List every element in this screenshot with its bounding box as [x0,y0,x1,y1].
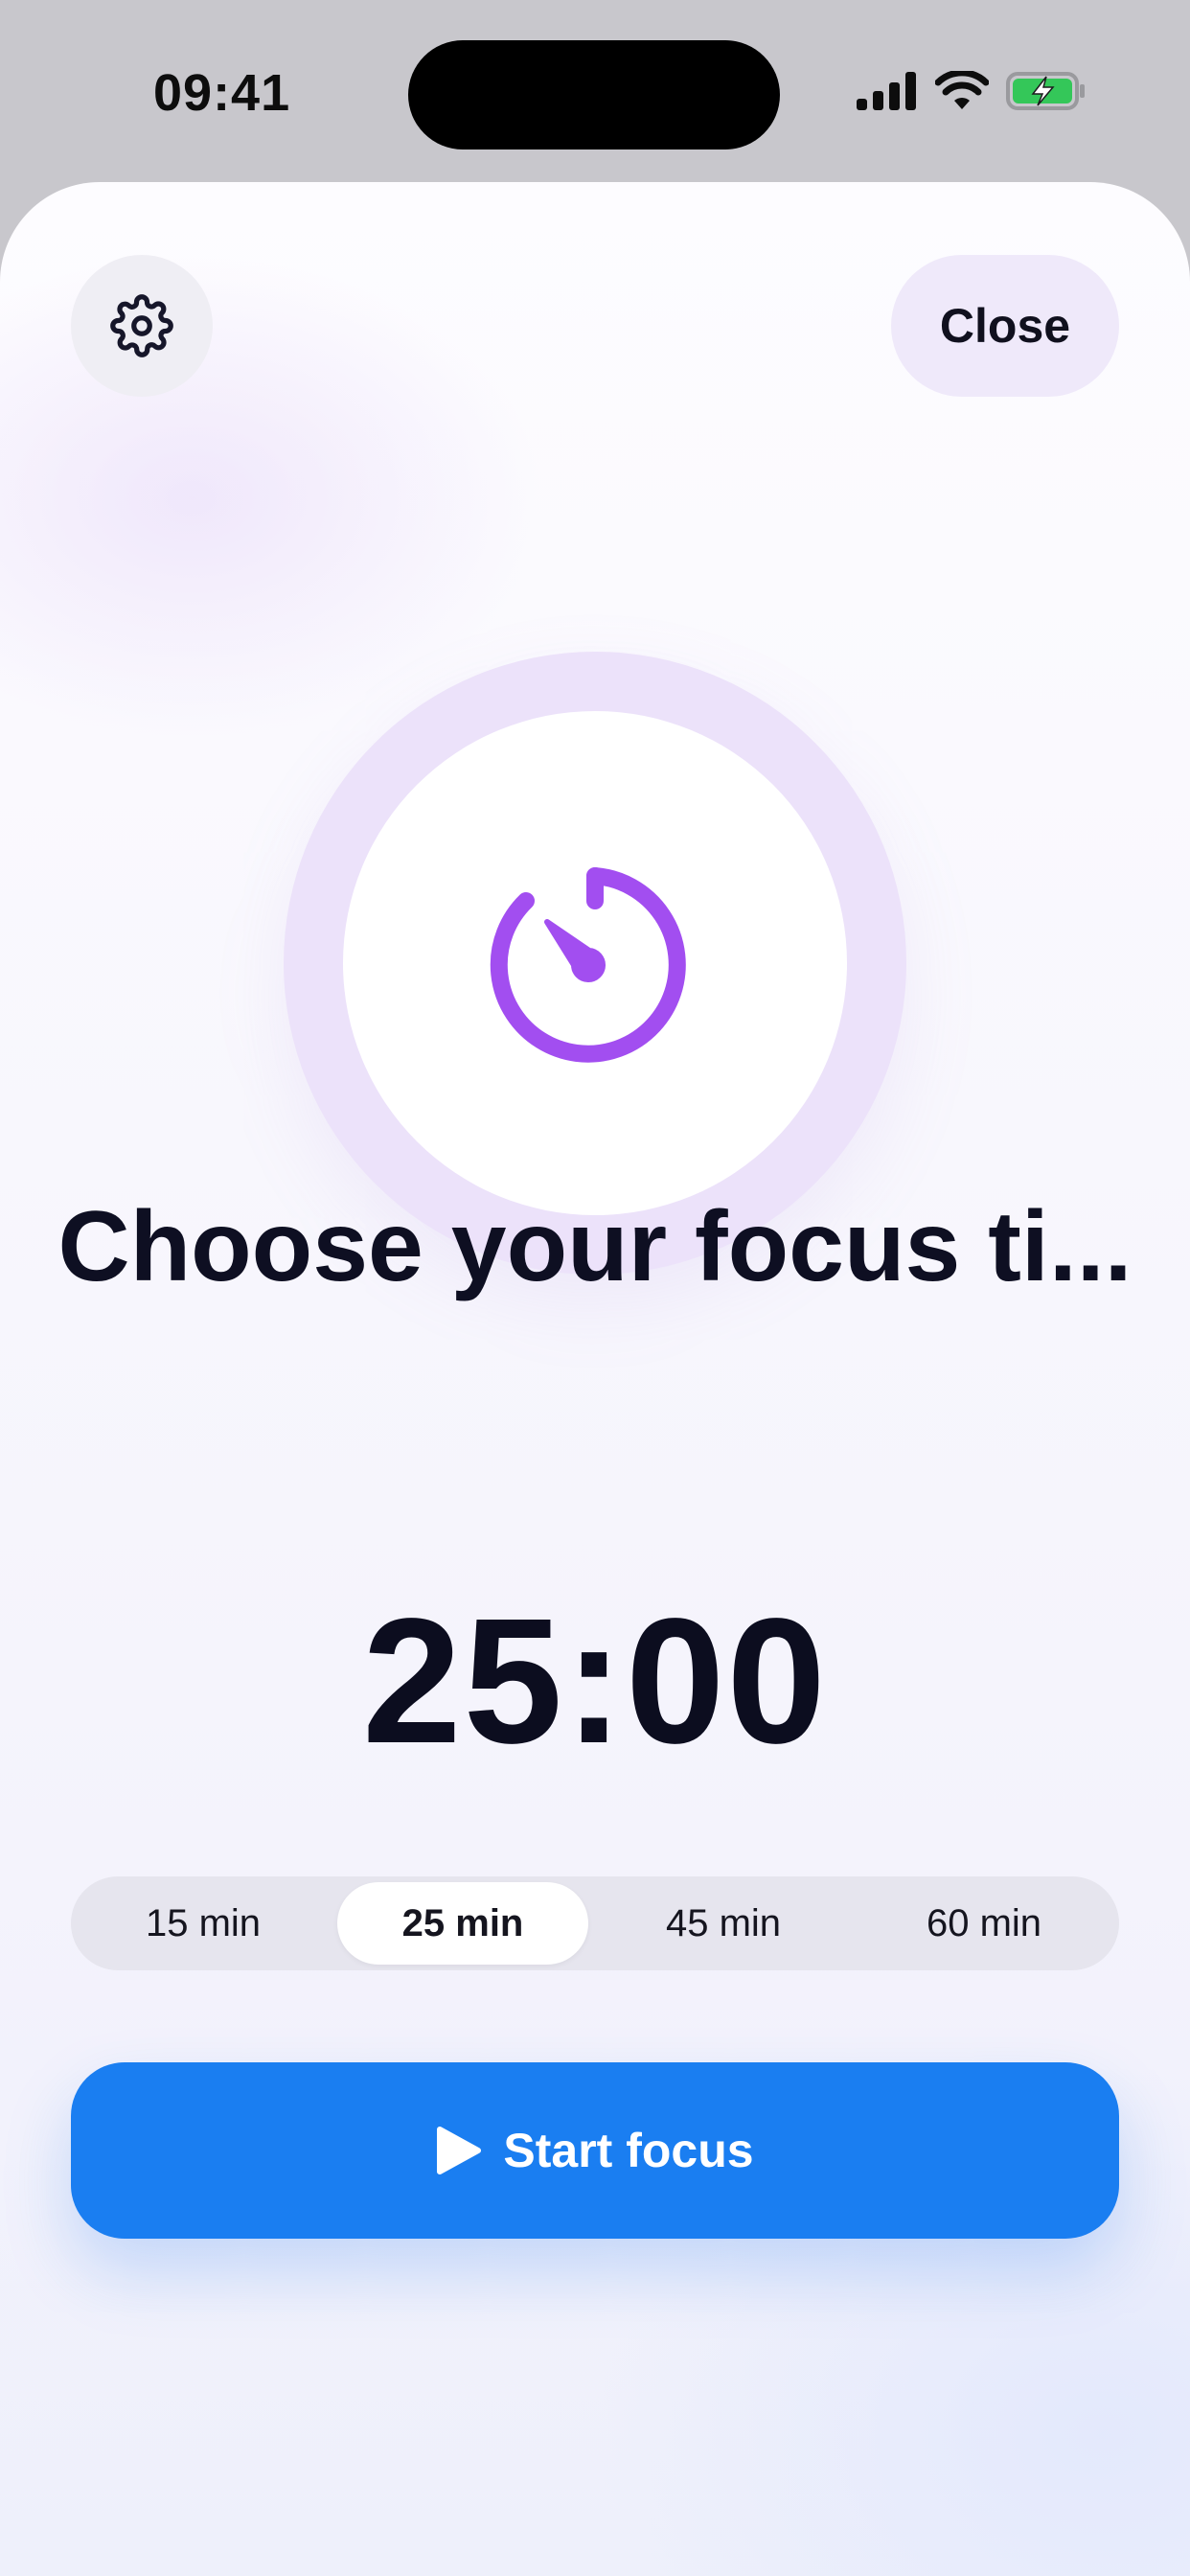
wifi-icon [935,71,989,109]
settings-button[interactable] [71,255,213,397]
start-focus-label: Start focus [503,2124,754,2177]
duration-option-25[interactable]: 25 min [337,1882,588,1965]
duration-option-45[interactable]: 45 min [598,1882,849,1965]
page-title: Choose your focus ti... [57,1191,1133,1302]
status-time: 09:41 [153,64,291,122]
play-icon [437,2127,482,2174]
close-button[interactable]: Close [891,255,1119,397]
timer-illustration-inner [343,711,847,1215]
duration-option-60[interactable]: 60 min [858,1882,1110,1965]
cellular-signal-icon [857,72,916,110]
status-icons [857,71,1087,111]
duration-picker: 15 min 25 min 45 min 60 min [71,1876,1119,1970]
timer-illustration [284,652,906,1275]
timer-icon [490,867,686,1063]
gear-icon [110,294,173,357]
timer-display: 25:00 [362,1582,828,1781]
start-focus-button[interactable]: Start focus [71,2062,1119,2239]
status-bar: 09:41 [0,0,1190,182]
dynamic-island [408,40,780,150]
battery-charging-icon [1006,72,1085,110]
duration-option-15[interactable]: 15 min [78,1882,329,1965]
